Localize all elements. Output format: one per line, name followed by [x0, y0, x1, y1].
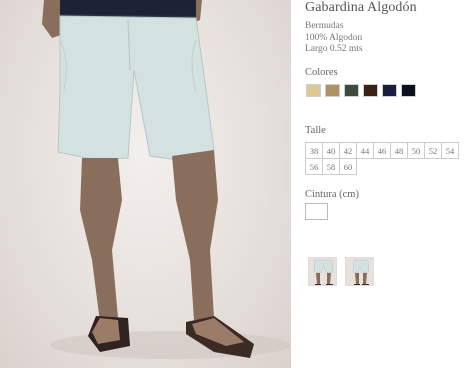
size-row: 56 58 60: [305, 158, 459, 175]
size-option[interactable]: 56: [305, 158, 323, 175]
size-option[interactable]: 44: [356, 142, 374, 159]
size-option[interactable]: 58: [322, 158, 340, 175]
color-swatch-navy[interactable]: [382, 84, 397, 97]
product-title: Gabardina Algodón: [305, 0, 417, 15]
product-photo: [0, 0, 291, 368]
color-swatch-dark-brown[interactable]: [363, 84, 378, 97]
color-swatches: [306, 84, 416, 97]
thumbnail-side-view[interactable]: [345, 257, 374, 286]
sizes-label: Talle: [305, 125, 326, 136]
size-option[interactable]: 48: [390, 142, 408, 159]
size-option[interactable]: 40: [322, 142, 340, 159]
size-option[interactable]: 50: [407, 142, 425, 159]
size-option[interactable]: 46: [373, 142, 391, 159]
size-option[interactable]: 60: [339, 158, 357, 175]
size-option[interactable]: 38: [305, 142, 323, 159]
product-description: Bermudas 100% Algodon Largo 0.52 mts: [305, 21, 363, 56]
description-line-type: Bermudas: [305, 21, 344, 31]
color-swatch-dark-green[interactable]: [344, 84, 359, 97]
color-swatch-beige[interactable]: [306, 84, 321, 97]
description-line-material: 100% Algodon: [305, 32, 363, 43]
description-line-length: Largo 0.52 mts: [305, 44, 363, 54]
size-grid: 38 40 42 44 46 48 50 52 54 56 58 60: [305, 142, 459, 175]
size-option[interactable]: 42: [339, 142, 357, 159]
size-option[interactable]: 52: [424, 142, 442, 159]
waist-input[interactable]: [305, 203, 328, 220]
thumbnail-strip: [308, 257, 374, 286]
size-option[interactable]: 54: [441, 142, 459, 159]
thumbnail-front-view[interactable]: [308, 257, 337, 286]
color-swatch-tan[interactable]: [325, 84, 340, 97]
waist-label: Cintura (cm): [305, 189, 359, 200]
colors-label: Colores: [305, 67, 338, 78]
size-row: 38 40 42 44 46 48 50 52 54: [305, 142, 459, 159]
color-swatch-black-navy[interactable]: [401, 84, 416, 97]
